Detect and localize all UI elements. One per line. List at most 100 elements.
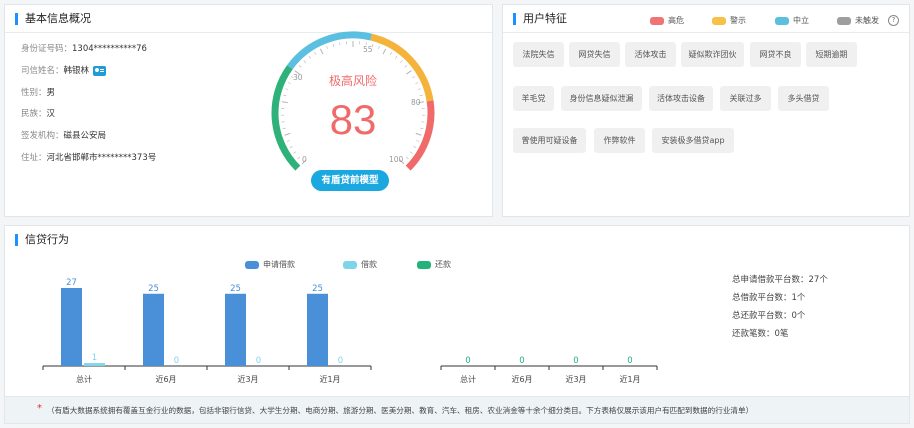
- tag-many-loan-apps[interactable]: 安装极多借贷app: [652, 128, 734, 153]
- tick-label-0: 0: [302, 155, 307, 164]
- x-tick-label: 近1月: [319, 374, 340, 384]
- bar-申请借款: [143, 293, 164, 366]
- legend-untriggered: 未触发: [837, 15, 879, 26]
- gauge-tick: [420, 127, 424, 129]
- question-circle-icon[interactable]: ?: [888, 15, 899, 26]
- gauge-tick: [293, 151, 297, 154]
- name-row: 司信姓名：韩银林: [21, 64, 107, 76]
- gender-label: 性别：: [21, 88, 47, 98]
- address-row: 住址：河北省邯郸市********373号: [21, 151, 156, 163]
- tag-online-loan-dishonest[interactable]: 网贷失信: [569, 42, 620, 67]
- id-card-icon[interactable]: [93, 65, 107, 76]
- id-number-label: 身份证号码：: [21, 44, 73, 54]
- gauge-tick: [378, 45, 380, 49]
- bar-value-label: 27: [66, 278, 77, 288]
- tick-label-100: 100: [389, 155, 404, 164]
- ethnicity-label: 民族：: [21, 109, 47, 119]
- legend-swatch-warning: [712, 16, 726, 25]
- legend-loan-label: 借款: [361, 260, 377, 269]
- basic-info-title: 基本信息概况: [15, 13, 91, 25]
- tag-short-overdue[interactable]: 短期逾期: [806, 42, 857, 67]
- gauge-tick: [287, 82, 291, 84]
- tag-suspected-fraud-gang[interactable]: 疑似欺诈团伙: [681, 42, 744, 67]
- tag-multi-borrowing[interactable]: 多头借贷: [778, 86, 829, 111]
- gauge-tick: [339, 42, 341, 46]
- issuer-value: 磁县公安局: [63, 131, 107, 141]
- x-tick-label: 近6月: [155, 374, 176, 384]
- legend-neutral: 中立: [775, 15, 809, 26]
- stat-repay-count: 还款笔数：0笔: [732, 327, 788, 339]
- stat-repay-count-label: 还款笔数：: [732, 329, 775, 339]
- name-label: 司信姓名：: [21, 66, 64, 76]
- issuer-label: 签发机构：: [21, 131, 64, 141]
- tag-suspicious-device[interactable]: 曾使用可疑设备: [513, 128, 586, 153]
- gauge-tick: [284, 132, 291, 136]
- bar-value-label: 25: [312, 284, 323, 294]
- gauge-tick: [419, 94, 423, 97]
- ethnicity-row: 民族：汉: [21, 107, 55, 119]
- tag-wool-party[interactable]: 羊毛党: [513, 86, 554, 111]
- tag-liveness-attack[interactable]: 活体攻击: [625, 42, 676, 67]
- stat-total-repay-value: 0个: [791, 311, 806, 321]
- legend-neutral-label: 中立: [793, 16, 809, 25]
- x-tick-label: 近3月: [565, 374, 586, 384]
- gauge-tick: [314, 52, 317, 55]
- stat-total-loan-label: 总借款平台数：: [732, 293, 792, 303]
- legend-swatch-repay: [417, 260, 431, 269]
- repay-bar-chart: 总计 0 近6月 0 近3月 0 近1月 0: [440, 356, 658, 384]
- gauge-tick: [416, 140, 420, 142]
- tag-court-dishonest[interactable]: 法院失信: [513, 42, 564, 67]
- gauge-tick: [400, 60, 403, 63]
- gauge-tick: [289, 145, 293, 148]
- gauge-tick: [286, 140, 290, 142]
- model-button[interactable]: 有盾贷前模型: [311, 170, 389, 191]
- legend-high-risk: 高危: [650, 15, 684, 26]
- issuer-row: 签发机构：磁县公安局: [21, 129, 106, 141]
- legend-high-label: 高危: [668, 16, 684, 25]
- address-value: 河北省邯郸市********373号: [46, 153, 157, 163]
- gauge-tick: [415, 82, 419, 84]
- gauge-tick: [298, 65, 302, 68]
- x-tick-label: 近1月: [619, 374, 640, 384]
- x-tick-label: 总计: [460, 374, 476, 384]
- stat-total-repay-label: 总还款平台数：: [732, 311, 792, 321]
- ethnicity-value: 汉: [46, 109, 56, 119]
- note-asterisk: *: [37, 403, 42, 414]
- tag-identity-leak[interactable]: 身份信息疑似泄漏: [561, 86, 642, 111]
- stat-repay-count-value: 0笔: [774, 329, 789, 339]
- tag-liveness-attack-device[interactable]: 活体攻击设备: [649, 86, 713, 111]
- tag-too-many-associations[interactable]: 关联过多: [720, 86, 771, 111]
- bar-借款: [84, 363, 105, 366]
- risk-level-label: 极高风险: [329, 73, 377, 88]
- credit-behavior-panel: 信贷行为 申请借款 借款 还款 总计 27 1 近6月 25 0 近3月 25 0 近1月 25 0 …: [4, 225, 910, 396]
- gauge-tick: [412, 76, 416, 79]
- legend-swatch-high: [650, 16, 664, 25]
- gauge-tick: [308, 55, 311, 59]
- bar-value-label: 25: [148, 284, 159, 294]
- gauge-tick: [303, 60, 306, 63]
- gauge-tick: [395, 55, 398, 59]
- gauge-tick: [415, 132, 422, 136]
- stat-total-loan: 总借款平台数：1个: [732, 291, 805, 303]
- legend-apply-label: 申请借款: [263, 260, 295, 269]
- gauge-tick: [297, 156, 301, 160]
- x-tick-label: 近6月: [511, 374, 532, 384]
- gauge-arc-mid: [287, 31, 373, 70]
- bar-value-label: 0: [465, 356, 470, 366]
- legend-swatch-loan: [343, 260, 357, 269]
- divider: [503, 32, 909, 33]
- gauge-tick: [417, 88, 421, 90]
- x-tick-label: 总计: [76, 374, 92, 384]
- bar-申请借款: [225, 293, 246, 366]
- id-number-row: 身份证号码：1304**********76: [21, 42, 147, 54]
- x-tick-label: 近3月: [237, 374, 258, 384]
- tag-cheat-software[interactable]: 作弊软件: [594, 128, 645, 153]
- bar-value-label: 0: [174, 356, 179, 366]
- tag-online-loan-bad[interactable]: 网贷不良: [750, 42, 801, 67]
- note-text: （有盾大数据系统拥有覆盖互金行业的数据，包括非银行信贷、大学生分期、电商分期、旅…: [47, 406, 754, 415]
- gauge-tick: [409, 151, 413, 154]
- tick-label-30: 30: [293, 73, 303, 82]
- stat-total-apply-value: 27个: [808, 275, 828, 285]
- gauge-tick: [283, 94, 287, 97]
- id-number-value: 1304**********76: [72, 44, 147, 54]
